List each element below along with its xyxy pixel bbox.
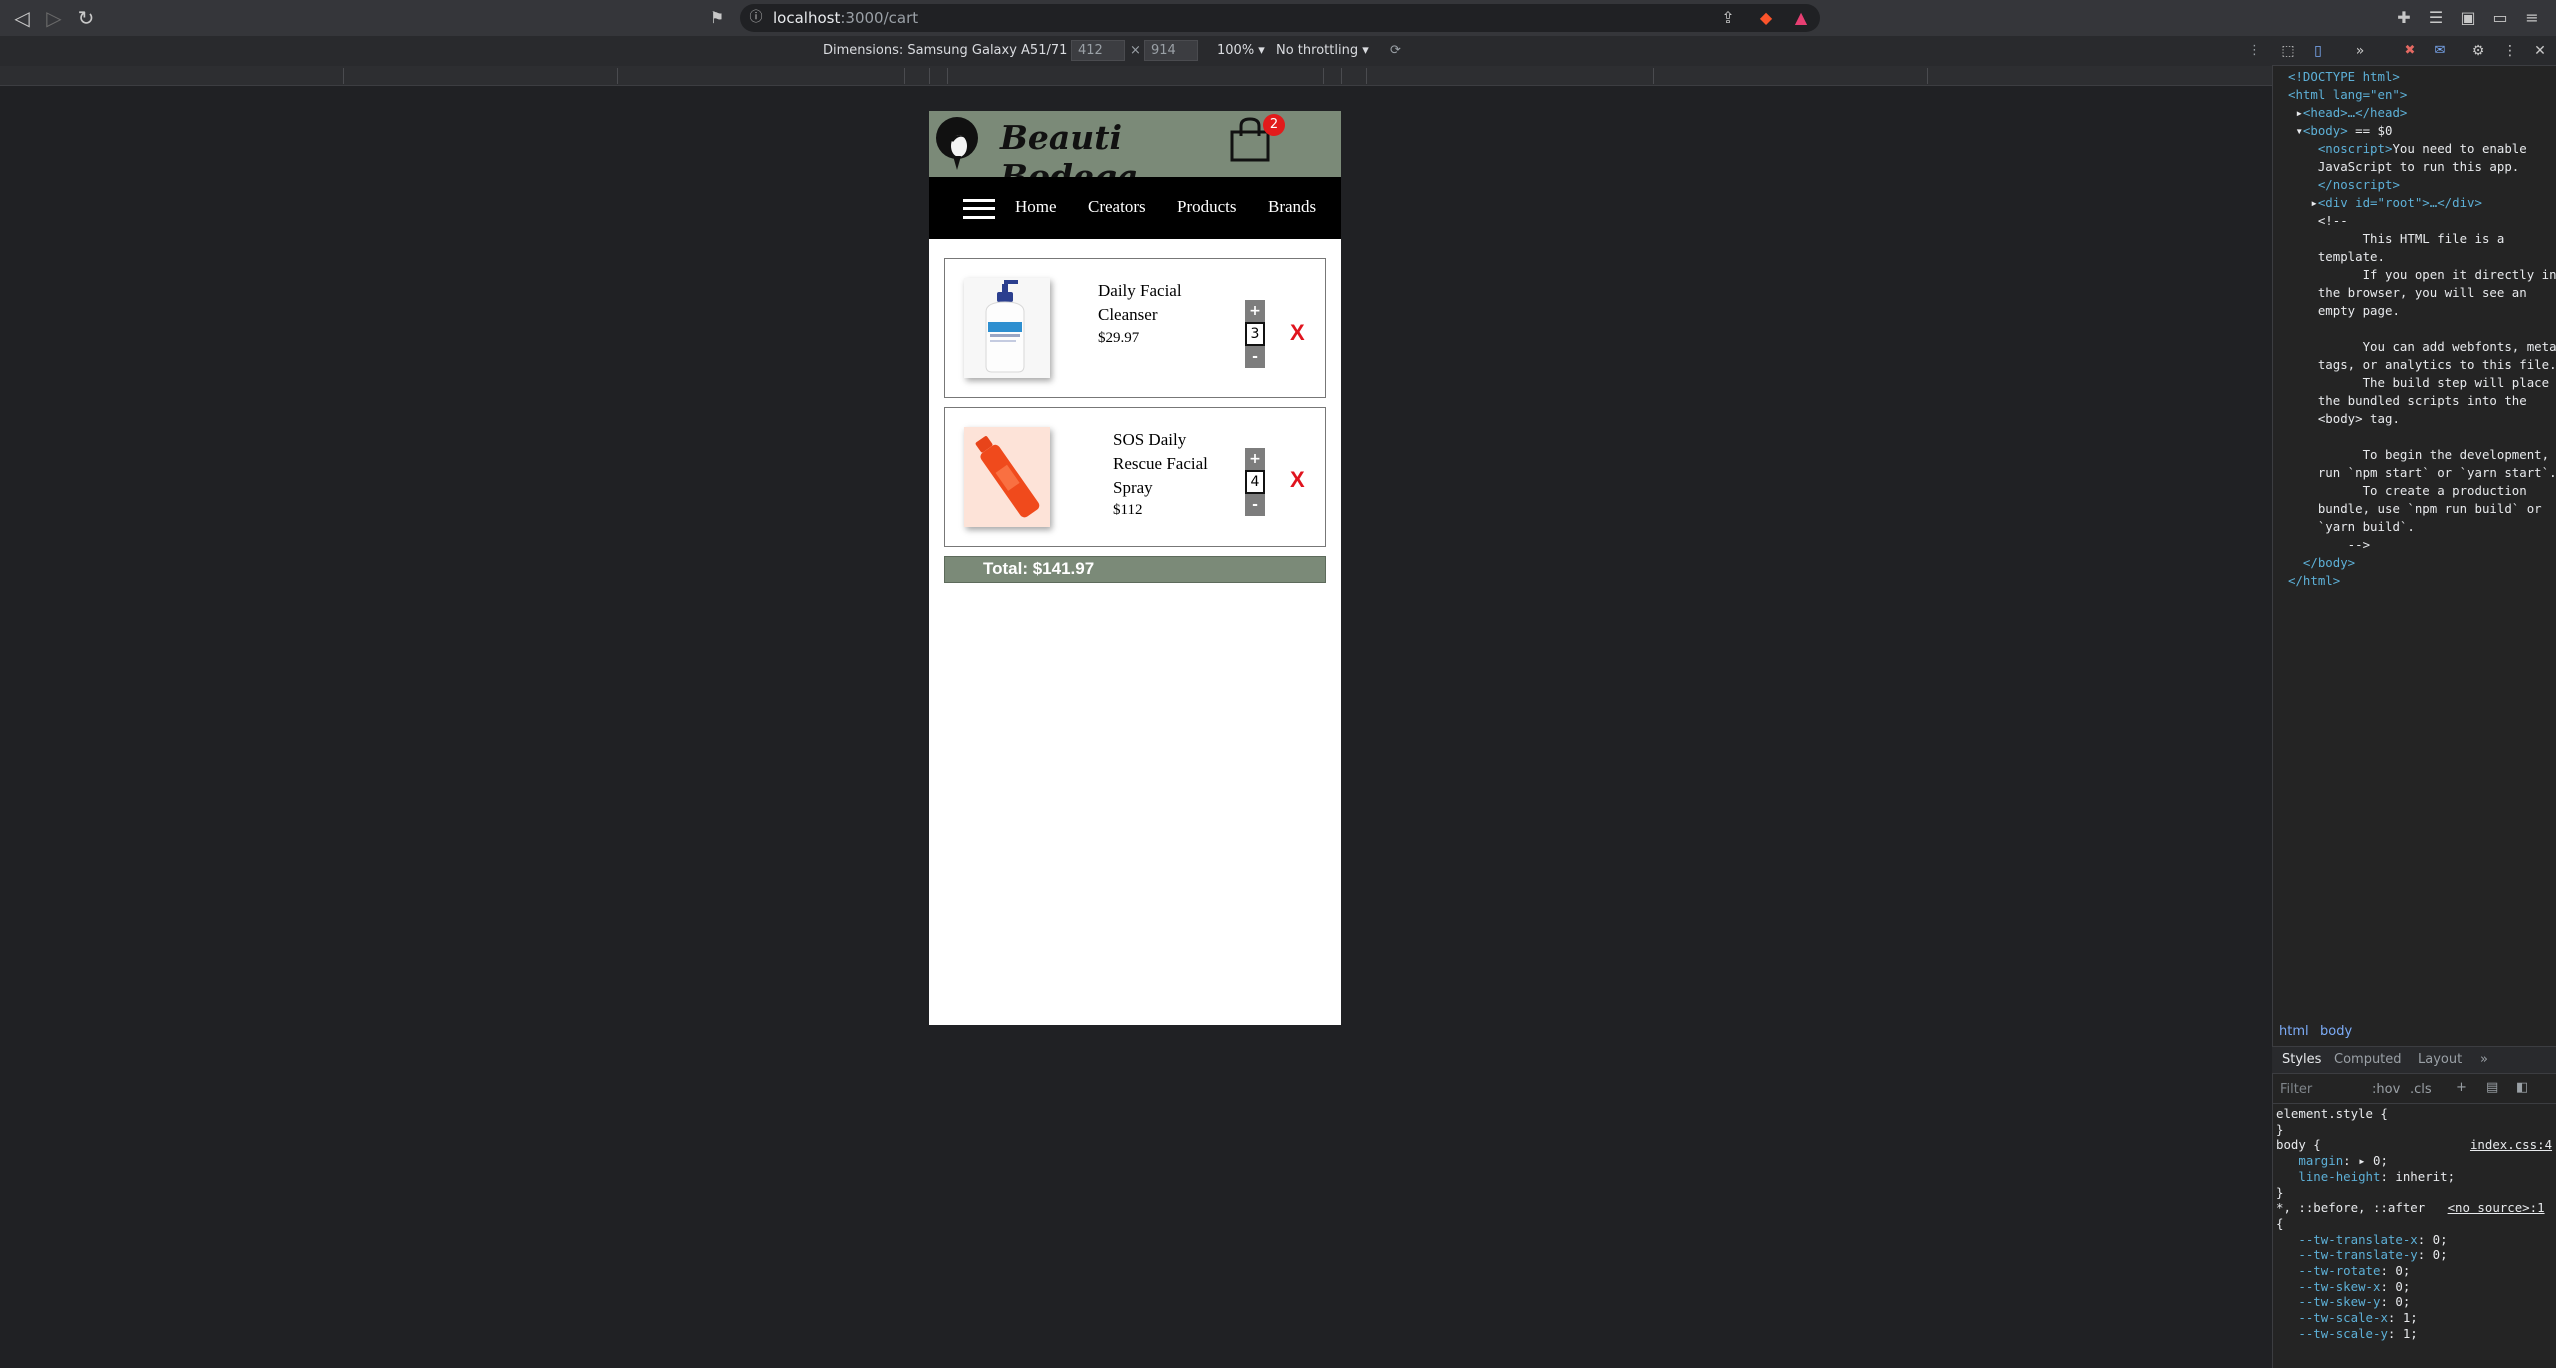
increase-quantity-button[interactable]: + [1245, 448, 1265, 470]
product-name-line: Cleanser [1098, 305, 1158, 324]
ruler-segment[interactable] [1341, 68, 1342, 84]
share-icon[interactable]: ⇪ [1718, 8, 1738, 28]
ruler-segment[interactable] [617, 68, 618, 84]
url-text[interactable]: localhost:3000/cart [773, 9, 918, 27]
hover-state-toggle[interactable]: :hov [2372, 1082, 2400, 1097]
nav-link-creators[interactable]: Creators [1088, 197, 1146, 217]
product-price: $112 [1113, 502, 1143, 518]
product-name: SOS Daily Rescue Facial Spray [1113, 428, 1208, 500]
device-more-icon[interactable]: ⋮ [2248, 43, 2261, 58]
afro-logo-icon[interactable] [935, 116, 981, 172]
url-host: localhost [773, 9, 841, 27]
hamburger-icon[interactable] [963, 199, 995, 219]
devtools-more-icon[interactable]: ⋮ [2500, 41, 2520, 61]
extensions-icon[interactable]: ✚ [2394, 8, 2414, 28]
media-query-ruler[interactable] [0, 66, 2272, 86]
decrease-quantity-button[interactable]: - [1245, 346, 1265, 368]
ruler-segment[interactable] [1927, 68, 1928, 84]
nav-link-home[interactable]: Home [1015, 197, 1057, 217]
cleanser-bottle-icon [985, 280, 1025, 373]
device-height-input[interactable]: 914 [1144, 40, 1198, 61]
ruler-segment[interactable] [343, 68, 344, 84]
throttling-label: No throttling [1276, 43, 1359, 58]
product-name-line: SOS Daily [1113, 430, 1187, 449]
ruler-segment[interactable] [1653, 68, 1654, 84]
device-dimensions-select[interactable]: Dimensions: Samsung Galaxy A51/71 ▾ [823, 43, 1078, 58]
reload-icon[interactable]: ↻ [74, 6, 98, 30]
ruler-segment[interactable] [1366, 68, 1367, 84]
device-width-input[interactable]: 412 [1071, 40, 1125, 61]
product-image [964, 427, 1050, 527]
issues-icon[interactable]: ✉ [2430, 41, 2450, 61]
ruler-segment[interactable] [947, 68, 948, 84]
remove-item-button[interactable]: X [1290, 467, 1305, 493]
ruler-segment[interactable] [929, 68, 930, 84]
remove-item-button[interactable]: X [1290, 320, 1305, 346]
wallet-icon[interactable]: ▭ [2490, 8, 2510, 28]
sidebar-icon[interactable]: ▣ [2458, 8, 2478, 28]
spray-bottle-icon [975, 436, 1040, 518]
product-name-line: Spray [1113, 478, 1153, 497]
zoom-select[interactable]: 100% ▾ [1217, 43, 1265, 58]
zoom-label: 100% [1217, 43, 1255, 58]
paint-icon[interactable]: ▤ [2486, 1080, 2498, 1095]
breadcrumb-html[interactable]: html [2279, 1024, 2309, 1039]
nav-link-brands[interactable]: Brands [1268, 197, 1316, 217]
sidebar-toggle-icon[interactable]: ◧ [2516, 1080, 2528, 1095]
ruler-segment[interactable] [904, 68, 905, 84]
settings-gear-icon[interactable]: ⚙ [2468, 41, 2488, 61]
styles-rules[interactable]: element.style { } body { index.css:4 mar… [2276, 1106, 2556, 1342]
device-dimensions-label: Dimensions: Samsung Galaxy A51/71 [823, 43, 1068, 58]
styles-filter-input[interactable]: Filter [2280, 1082, 2312, 1097]
cart-total: Total: $141.97 [983, 559, 1095, 578]
tab-layout[interactable]: Layout [2418, 1052, 2462, 1067]
forward-icon[interactable]: ▷ [42, 6, 66, 30]
more-panels-icon[interactable]: » [2350, 41, 2370, 61]
throttling-select[interactable]: No throttling ▾ [1276, 43, 1369, 58]
brave-shield-icon[interactable]: ◆ [1756, 8, 1776, 28]
dimension-times: × [1130, 43, 1141, 58]
brave-rewards-icon[interactable]: ▲ [1791, 8, 1811, 28]
reading-list-icon[interactable]: ☰ [2426, 8, 2446, 28]
nav-link-products[interactable]: Products [1177, 197, 1237, 217]
error-count-icon[interactable]: ✖ [2400, 41, 2420, 61]
tab-styles[interactable]: Styles [2282, 1052, 2321, 1067]
device-toggle-icon[interactable]: ▯ [2308, 41, 2328, 61]
product-name: Daily Facial Cleanser [1098, 279, 1182, 327]
class-toggle[interactable]: .cls [2410, 1082, 2432, 1097]
bookmark-icon[interactable]: ⚑ [707, 8, 727, 28]
main-menu-icon[interactable]: ≡ [2522, 8, 2542, 28]
product-name-line: Daily Facial [1098, 281, 1182, 300]
quantity-value[interactable]: 4 [1245, 470, 1265, 494]
ruler-segment[interactable] [1323, 68, 1324, 84]
breadcrumb-body[interactable]: body [2320, 1024, 2352, 1039]
cart-count-badge: 2 [1263, 114, 1285, 136]
elements-tree[interactable]: <!DOCTYPE html> <html lang="en"> ▸<head>… [2288, 68, 2556, 590]
more-tabs-icon[interactable]: » [2480, 1052, 2488, 1067]
back-icon[interactable]: ◁ [10, 6, 34, 30]
site-info-icon[interactable]: ⓘ [746, 8, 766, 28]
decrease-quantity-button[interactable]: - [1245, 494, 1265, 516]
product-price: $29.97 [1098, 330, 1140, 346]
product-name-line: Rescue Facial [1113, 454, 1208, 473]
new-rule-icon[interactable]: + [2456, 1080, 2467, 1095]
url-path: :3000/cart [840, 9, 919, 27]
increase-quantity-button[interactable]: + [1245, 300, 1265, 322]
rotate-icon[interactable]: ⟳ [1390, 43, 1401, 58]
inspect-element-icon[interactable]: ⬚ [2278, 41, 2298, 61]
tab-computed[interactable]: Computed [2334, 1052, 2402, 1067]
close-devtools-icon[interactable]: ✕ [2530, 41, 2550, 61]
product-image [964, 278, 1050, 378]
quantity-value[interactable]: 3 [1245, 322, 1265, 346]
